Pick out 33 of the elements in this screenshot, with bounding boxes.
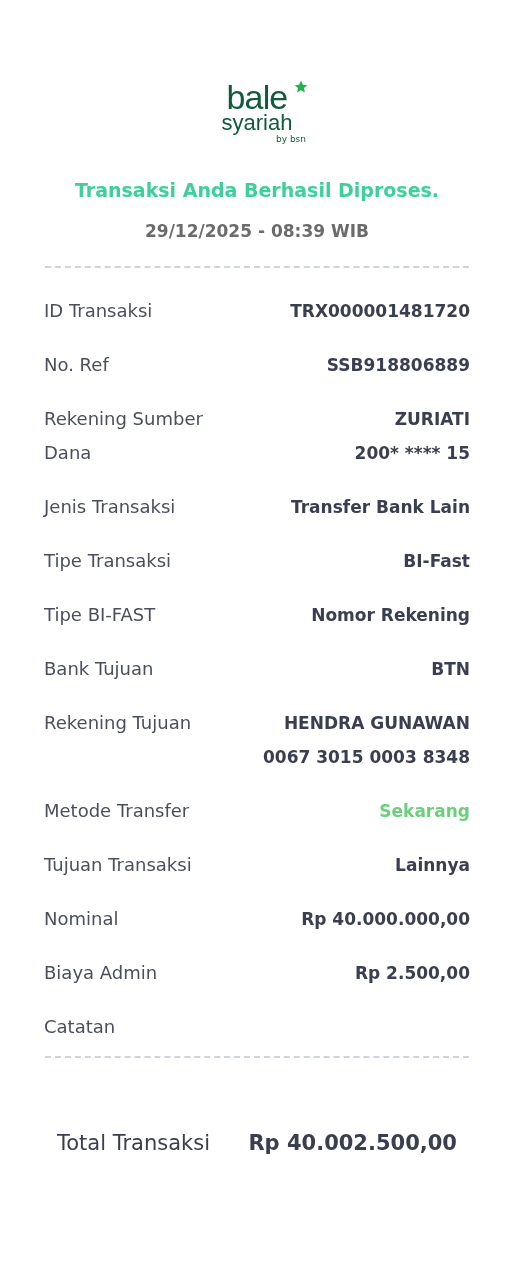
- field-value: Transfer Bank Lain: [290, 496, 470, 519]
- field-value: Rp 2.500,00: [354, 962, 470, 985]
- field-value: Nomor Rekening: [311, 604, 470, 627]
- field-value: TRX000001481720: [290, 300, 470, 323]
- field-label: Rekening Sumber Dana: [44, 407, 204, 465]
- field-value: BI-Fast: [403, 550, 470, 573]
- success-message: Transaksi Anda Berhasil Diproses.: [74, 178, 440, 203]
- field-label: Rekening Tujuan: [44, 711, 193, 735]
- field-label: Jenis Transaksi: [44, 495, 177, 519]
- total-amount: Rp 40.002.500,00: [248, 1130, 457, 1157]
- field-value: Lainnya: [395, 854, 470, 877]
- field-value: ZURIATI 200* **** 15: [354, 408, 470, 465]
- logo-subtitle: syariah: [221, 112, 293, 134]
- field-value: Rp 40.000.000,00: [301, 908, 470, 931]
- field-label: Metode Transfer: [44, 799, 191, 823]
- field-label: Tipe Transaksi: [44, 549, 173, 573]
- field-value: SSB918806889: [326, 354, 470, 377]
- field-label: Nominal: [44, 907, 120, 931]
- field-label: Biaya Admin: [44, 961, 159, 985]
- field-label: Tipe BI-FAST: [44, 603, 157, 627]
- field-label: ID Transaksi: [44, 299, 154, 323]
- field-label: Catatan: [44, 1015, 117, 1039]
- field-label: Tujuan Transaksi: [44, 853, 193, 877]
- transaction-datetime: 29/12/2025 - 08:39 WIB: [145, 219, 369, 243]
- field-value: BTN: [431, 658, 470, 681]
- field-label: No. Ref: [44, 353, 111, 377]
- field-value: Sekarang: [379, 800, 470, 823]
- total-label: Total Transaksi: [57, 1130, 211, 1157]
- star-icon: [294, 80, 308, 94]
- logo-wordmark: bale: [226, 80, 288, 114]
- field-label: Bank Tujuan: [44, 657, 155, 681]
- field-value: HENDRA GUNAWAN 0067 3015 0003 8348: [263, 712, 470, 769]
- logo-tagline: by bsn: [276, 134, 306, 144]
